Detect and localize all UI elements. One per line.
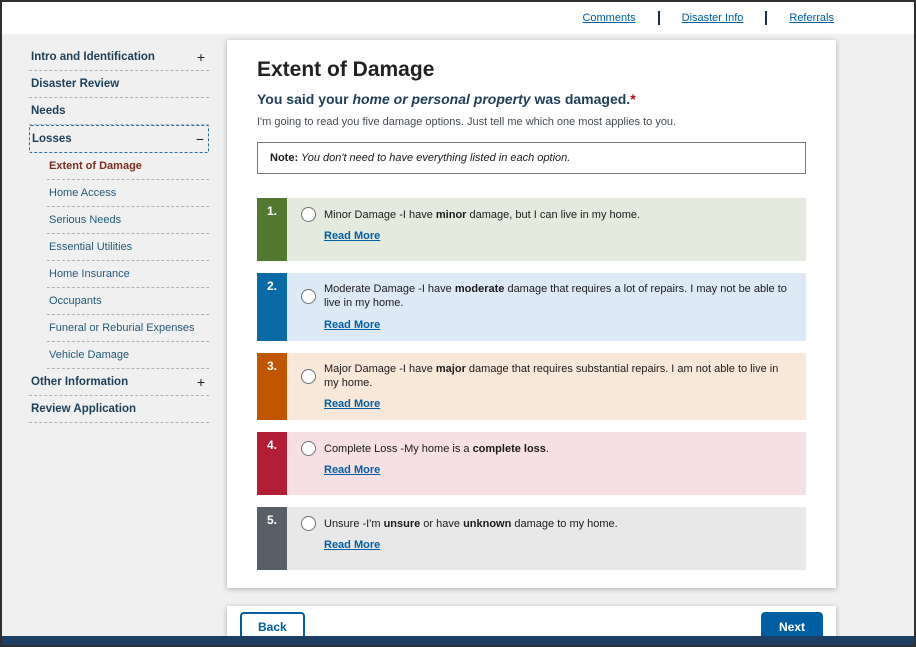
intro-text: I'm going to read you five damage option… (257, 116, 806, 128)
option-text-bold: major (436, 363, 466, 375)
damage-option-major: 3. Major Damage -I have major damage tha… (257, 353, 806, 421)
option-text-bold: unknown (463, 518, 511, 530)
read-more-link[interactable]: Read More (324, 539, 380, 551)
option-label: Major Damage -I have major damage that r… (324, 362, 792, 391)
main-column: Extent of Damage You said your home or p… (209, 34, 914, 647)
option-label: Complete Loss -My home is a complete los… (324, 442, 549, 456)
sidebar-item-label: Losses (32, 133, 72, 145)
sidebar-item-home-insurance[interactable]: Home Insurance (47, 261, 209, 288)
option-choice-row: Complete Loss -My home is a complete los… (301, 441, 792, 456)
option-text-bold: unsure (384, 518, 421, 530)
option-text-segment: Complete Loss -My home is a (324, 443, 473, 455)
option-text-segment: damage, but I can live in my home. (466, 209, 640, 221)
sidebar-item-intro-and-identification[interactable]: Intro and Identification + (29, 44, 209, 71)
sidebar-item-vehicle-damage[interactable]: Vehicle Damage (47, 342, 209, 369)
option-text-bold: moderate (455, 283, 505, 295)
sidebar-item-label: Review Application (31, 403, 136, 415)
top-link-comments[interactable]: Comments (582, 12, 635, 24)
radio-button[interactable] (301, 516, 316, 531)
top-nav: Comments Disaster Info Referrals (2, 2, 914, 34)
option-label: Moderate Damage -I have moderate damage … (324, 282, 792, 311)
sidebar-item-label: Needs (31, 105, 66, 117)
option-choice-row: Major Damage -I have major damage that r… (301, 362, 792, 391)
radio-button[interactable] (301, 207, 316, 222)
sidebar-item-review-application[interactable]: Review Application (29, 396, 209, 423)
note-label: Note: (270, 152, 298, 164)
sidebar-item-home-access[interactable]: Home Access (47, 180, 209, 207)
option-text-segment: or have (420, 518, 463, 530)
top-link-referrals[interactable]: Referrals (789, 12, 834, 24)
question-segment: You said your (257, 91, 352, 107)
sidebar-item-disaster-review[interactable]: Disaster Review (29, 71, 209, 98)
damage-option-complete-loss: 4. Complete Loss -My home is a complete … (257, 432, 806, 495)
option-number-badge: 5. (257, 507, 287, 570)
option-body: Major Damage -I have major damage that r… (287, 353, 806, 421)
sidebar-item-other-information[interactable]: Other Information + (29, 369, 209, 396)
option-choice-row: Minor Damage -I have minor damage, but I… (301, 207, 792, 222)
sidebar-item-extent-of-damage[interactable]: Extent of Damage (47, 153, 209, 180)
sidebar-item-label: Intro and Identification (31, 51, 155, 63)
option-text-segment: Moderate Damage -I have (324, 283, 455, 295)
sidebar-item-serious-needs[interactable]: Serious Needs (47, 207, 209, 234)
option-text-bold: minor (436, 209, 467, 221)
sidebar-item-label: Other Information (31, 376, 128, 388)
option-number-badge: 3. (257, 353, 287, 421)
option-number-badge: 1. (257, 198, 287, 261)
option-body: Unsure -I'm unsure or have unknown damag… (287, 507, 806, 570)
nav-divider (765, 11, 767, 25)
question-segment: was damaged. (531, 91, 631, 107)
option-text-segment: Unsure -I'm (324, 518, 384, 530)
option-text-segment: Major Damage -I have (324, 363, 436, 375)
damage-option-moderate: 2. Moderate Damage -I have moderate dama… (257, 273, 806, 341)
question-emphasis: home or personal property (352, 91, 530, 107)
expand-icon[interactable]: + (197, 377, 205, 387)
note-box: Note: You don't need to have everything … (257, 142, 806, 174)
radio-button[interactable] (301, 289, 316, 304)
option-body: Minor Damage -I have minor damage, but I… (287, 198, 806, 261)
sidebar-item-label: Disaster Review (31, 78, 119, 90)
collapse-icon[interactable]: − (196, 134, 204, 144)
read-more-link[interactable]: Read More (324, 319, 380, 331)
sidebar-item-funeral-or-reburial-expenses[interactable]: Funeral or Reburial Expenses (47, 315, 209, 342)
option-choice-row: Moderate Damage -I have moderate damage … (301, 282, 792, 311)
option-number-badge: 4. (257, 432, 287, 495)
sidebar-item-losses[interactable]: Losses − (29, 125, 209, 153)
damage-option-minor: 1. Minor Damage -I have minor damage, bu… (257, 198, 806, 261)
expand-icon[interactable]: + (197, 52, 205, 62)
question-text: You said your home or personal property … (257, 90, 806, 108)
nav-divider (658, 11, 660, 25)
option-choice-row: Unsure -I'm unsure or have unknown damag… (301, 516, 792, 531)
option-text-bold: complete loss (473, 443, 546, 455)
required-marker: * (630, 91, 635, 107)
damage-options-list: 1. Minor Damage -I have minor damage, bu… (257, 198, 806, 570)
read-more-link[interactable]: Read More (324, 398, 380, 410)
radio-button[interactable] (301, 441, 316, 456)
option-label: Unsure -I'm unsure or have unknown damag… (324, 517, 618, 531)
option-number-badge: 2. (257, 273, 287, 341)
option-text-segment: . (546, 443, 549, 455)
option-text-segment: damage to my home. (511, 518, 617, 530)
sidebar-item-essential-utilities[interactable]: Essential Utilities (47, 234, 209, 261)
page-body: Intro and Identification + Disaster Revi… (2, 34, 914, 639)
page-title: Extent of Damage (257, 58, 806, 82)
read-more-link[interactable]: Read More (324, 464, 380, 476)
footer-bar (2, 636, 914, 645)
read-more-link[interactable]: Read More (324, 230, 380, 242)
sidebar-nav: Intro and Identification + Disaster Revi… (2, 34, 209, 423)
sidebar-item-occupants[interactable]: Occupants (47, 288, 209, 315)
option-body: Moderate Damage -I have moderate damage … (287, 273, 806, 341)
option-text-segment: Minor Damage -I have (324, 209, 436, 221)
damage-option-unsure: 5. Unsure -I'm unsure or have unknown da… (257, 507, 806, 570)
option-body: Complete Loss -My home is a complete los… (287, 432, 806, 495)
sidebar-item-needs[interactable]: Needs (29, 98, 209, 125)
option-label: Minor Damage -I have minor damage, but I… (324, 208, 640, 222)
note-text: You don't need to have everything listed… (298, 152, 570, 164)
app-window: Comments Disaster Info Referrals Intro a… (0, 0, 916, 647)
losses-subnav: Extent of Damage Home Access Serious Nee… (29, 153, 209, 369)
extent-of-damage-panel: Extent of Damage You said your home or p… (227, 40, 836, 588)
radio-button[interactable] (301, 369, 316, 384)
top-link-disaster-info[interactable]: Disaster Info (682, 12, 744, 24)
